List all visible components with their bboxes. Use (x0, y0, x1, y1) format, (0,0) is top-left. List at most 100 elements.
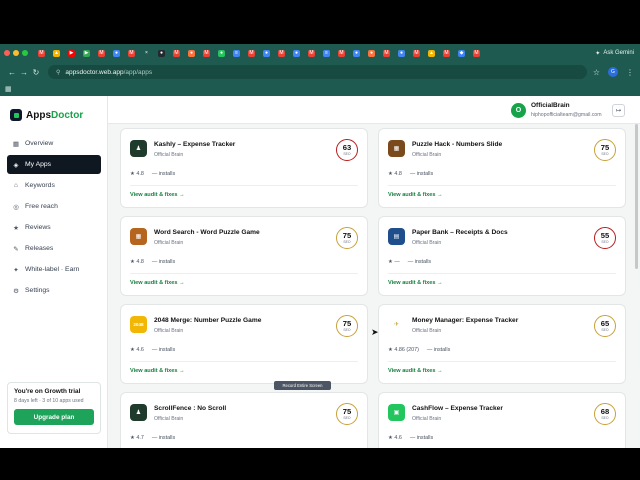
seo-score-badge: 75 SEO (336, 227, 358, 249)
app-card[interactable]: ♟ Kashly – Expense Tracker Official Brain 6… (120, 128, 368, 208)
gmail-icon[interactable]: M (98, 49, 105, 57)
sidebar-item-settings[interactable]: ⚙ Settings (7, 281, 101, 300)
gmail-icon[interactable]: M (173, 49, 180, 57)
docs-icon[interactable]: ≡ (323, 49, 330, 57)
gmail-icon[interactable]: M (413, 49, 420, 57)
sidebar-item-free-reach[interactable]: ◎ Free reach (7, 197, 101, 216)
star-icon: ★ (13, 224, 19, 232)
close-icon[interactable]: × (143, 49, 150, 57)
back-arrow-icon[interactable]: ← (6, 68, 18, 77)
site-info-icon[interactable]: ⚲ (56, 69, 60, 76)
scrollbar[interactable] (635, 124, 638, 269)
mouse-cursor-icon: ➤ (371, 327, 379, 337)
layers-icon: ◈ (13, 161, 19, 169)
user-email: hiphopofficialteam@gmail.com (531, 112, 602, 118)
sidebar-item-overview[interactable]: ▦ Overview (7, 134, 101, 153)
app-developer: Official Brain (412, 416, 442, 422)
view-audit-link[interactable]: View audit & fixes → (130, 192, 185, 198)
view-audit-link[interactable]: View audit & fixes → (388, 368, 443, 374)
sidebar-nav: ▦ Overview ◈ My Apps ⌂ Keywords ◎ Free reach ★ Re… (7, 134, 101, 302)
gmail-icon[interactable]: M (338, 49, 345, 57)
app-icon[interactable]: ● (218, 49, 225, 57)
app-card[interactable]: ▣ CashFlow – Expense Tracker Official Brai… (378, 392, 626, 448)
ask-gemini-button[interactable]: ✦ Ask Gemini (595, 50, 634, 57)
divider (388, 185, 616, 186)
gmail-icon[interactable]: M (38, 49, 45, 57)
minimize-window-button[interactable] (13, 50, 19, 56)
gem-icon[interactable]: ◆ (458, 49, 465, 57)
close-window-button[interactable] (4, 50, 10, 56)
app-installs: — installs (409, 171, 434, 177)
sidebar-item-my-apps[interactable]: ◈ My Apps (7, 155, 101, 174)
app-name: Kashly – Expense Tracker (154, 141, 236, 148)
user-name: OfficialBrain (531, 102, 570, 109)
seo-score-badge: 75 SEO (336, 403, 358, 425)
app-rating: ★ 4.6 (130, 347, 144, 353)
app-card[interactable]: ▦ Word Search - Word Puzzle Game Official … (120, 216, 368, 296)
chrome-icon[interactable]: ● (293, 49, 300, 57)
brand-logo[interactable]: AppsDoctor (10, 109, 83, 121)
forward-arrow-icon[interactable]: → (18, 68, 30, 77)
play-icon[interactable]: ▶ (83, 49, 90, 57)
sparkle-icon: ✦ (13, 266, 19, 274)
sparkle-icon: ✦ (595, 50, 601, 57)
profile-avatar[interactable]: G (608, 67, 618, 77)
app-installs: — installs (151, 171, 176, 177)
address-bar-row: ← → ↻ ⚲ appsdoctor.web.app/app/apps ☆ G … (0, 62, 640, 82)
gmail-icon[interactable]: M (278, 49, 285, 57)
more-menu-icon[interactable]: ⋮ (626, 68, 634, 77)
gmail-icon[interactable]: M (383, 49, 390, 57)
app-icon: ▣ (388, 404, 405, 421)
app-rating: ★ 4.6 (388, 435, 402, 441)
sidebar-item-label: Reviews (25, 224, 51, 231)
upgrade-plan-button[interactable]: Upgrade plan (14, 409, 94, 425)
chrome-icon[interactable]: ● (353, 49, 360, 57)
gmail-icon[interactable]: M (443, 49, 450, 57)
avatar[interactable]: O (511, 103, 526, 118)
drive-icon[interactable]: ▲ (428, 49, 435, 57)
divider (130, 273, 358, 274)
chrome-icon[interactable]: ● (398, 49, 405, 57)
browser-tab-strip: M ▲ ▶ ▶ M ● M × ● M ● M ● ≡ M ● M ● M ≡ M ● ● M ● M ▲ M ◆ M ✦ Ask Gem… (0, 44, 640, 62)
chrome-icon[interactable]: ● (263, 49, 270, 57)
sidebar-item-reviews[interactable]: ★ Reviews (7, 218, 101, 237)
app-stats: ★ 4.6 — installs (130, 347, 175, 353)
app-rating: ★ 4.8 (130, 259, 144, 265)
app-card[interactable]: ✈ Money Manager: Expense Tracker Official … (378, 304, 626, 384)
app-card[interactable]: ♟ ScrollFence : No Scroll Official Brain 75… (120, 392, 368, 448)
sidebar-item-releases[interactable]: ✎ Releases (7, 239, 101, 258)
gmail-icon[interactable]: M (308, 49, 315, 57)
view-audit-link[interactable]: View audit & fixes → (388, 280, 443, 286)
gmail-icon[interactable]: M (203, 49, 210, 57)
gmail-icon[interactable]: M (248, 49, 255, 57)
app-card[interactable]: ▤ Paper Bank – Receipts & Docs Official Br… (378, 216, 626, 296)
app-card[interactable]: 2048 2048 Merge: Number Puzzle Game Offici… (120, 304, 368, 384)
github-icon[interactable]: ● (158, 49, 165, 57)
apps-grid-icon[interactable]: ▦ (5, 85, 12, 93)
app-stats: ★ 4.8 — installs (130, 171, 175, 177)
view-audit-link[interactable]: View audit & fixes → (130, 368, 185, 374)
firefox-icon[interactable]: ● (368, 49, 375, 57)
bookmark-star-icon[interactable]: ☆ (593, 68, 600, 77)
docs-icon[interactable]: ≡ (233, 49, 240, 57)
sidebar-item-white-label-earn[interactable]: ✦ White-label · Earn (7, 260, 101, 279)
app-developer: Official Brain (412, 328, 442, 334)
seo-score-badge: 65 SEO (594, 315, 616, 337)
firefox-icon[interactable]: ● (188, 49, 195, 57)
url-field[interactable]: ⚲ appsdoctor.web.app/app/apps (48, 65, 587, 79)
trial-subtitle: 8 days left · 3 of 10 apps used (14, 398, 84, 404)
view-audit-link[interactable]: View audit & fixes → (130, 280, 185, 286)
view-audit-link[interactable]: View audit & fixes → (388, 192, 443, 198)
bookmarks-bar: ▦ (0, 82, 640, 96)
sidebar-item-keywords[interactable]: ⌂ Keywords (7, 176, 101, 195)
app-icon: 2048 (130, 316, 147, 333)
zoom-window-button[interactable] (22, 50, 28, 56)
gmail-icon[interactable]: M (128, 49, 135, 57)
youtube-icon[interactable]: ▶ (68, 49, 75, 57)
gmail-icon[interactable]: M (473, 49, 480, 57)
drive-icon[interactable]: ▲ (53, 49, 60, 57)
chrome-icon[interactable]: ● (113, 49, 120, 57)
logout-icon[interactable]: ↦ (612, 104, 625, 117)
reload-icon[interactable]: ↻ (30, 68, 42, 77)
app-card[interactable]: ▦ Puzzle Hack - Numbers Slide Official Bra… (378, 128, 626, 208)
